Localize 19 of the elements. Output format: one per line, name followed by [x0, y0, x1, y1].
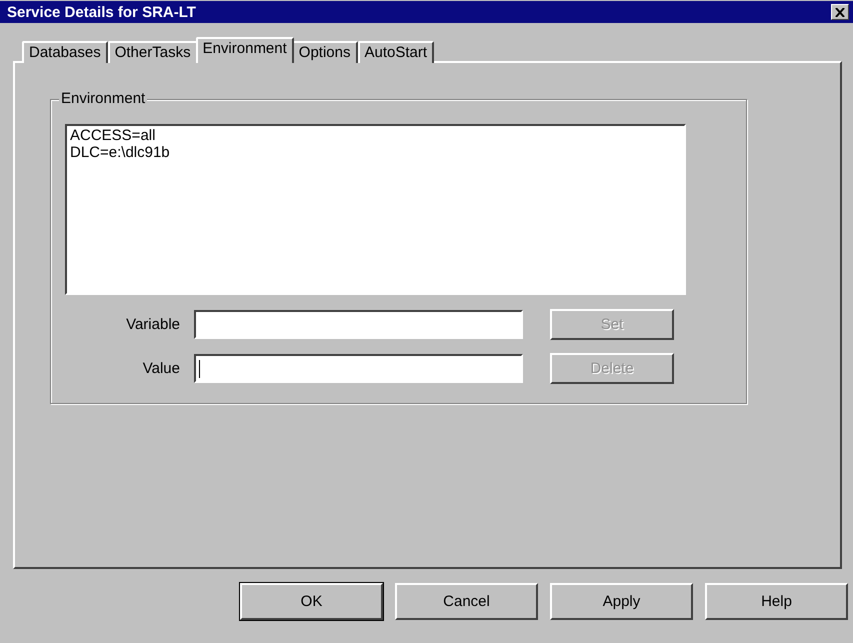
list-box[interactable]: ACCESS=all DLC=e:\dlc91b	[65, 124, 686, 295]
close-button[interactable]	[831, 4, 849, 20]
dialog-button[interactable]: Apply	[550, 583, 693, 620]
tab[interactable]: AutoStart	[358, 41, 434, 63]
list-item[interactable]: DLC=e:\dlc91b	[70, 144, 681, 161]
dialog-button[interactable]: OK	[240, 583, 383, 620]
dialog-button[interactable]: Cancel	[395, 583, 538, 620]
tab[interactable]: Options	[292, 41, 358, 63]
tab[interactable]: Environment	[196, 37, 294, 63]
input-field[interactable]	[194, 310, 523, 339]
field-label: Variable	[125, 316, 181, 333]
close-icon	[835, 8, 845, 16]
tab[interactable]: Databases	[22, 41, 108, 63]
window-title: Service Details for SRA-LT	[7, 4, 196, 20]
list-item[interactable]: ACCESS=all	[70, 127, 681, 144]
dialog-button[interactable]: Help	[705, 583, 848, 620]
field-label: Value	[142, 360, 181, 377]
input-field[interactable]	[194, 354, 523, 383]
tab[interactable]: OtherTasks	[108, 41, 198, 63]
